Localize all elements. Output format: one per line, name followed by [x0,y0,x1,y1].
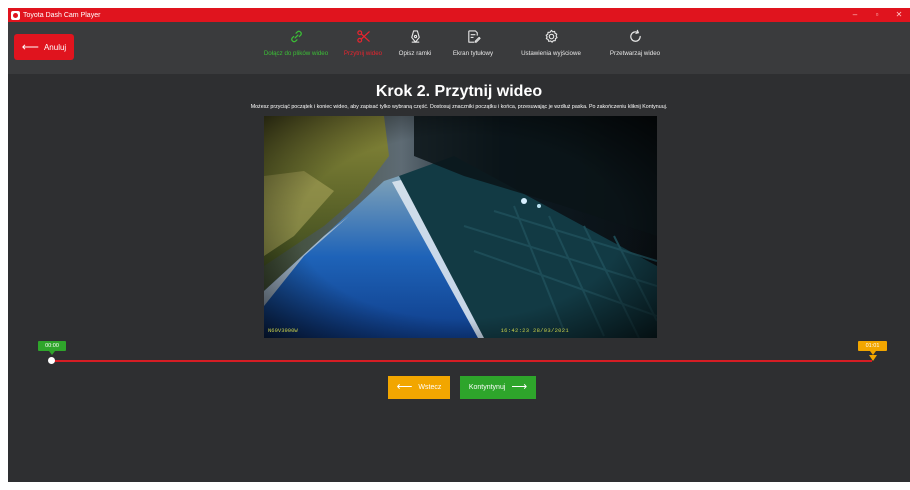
video-frame [264,116,657,338]
timeline-track[interactable] [50,360,872,362]
continue-button[interactable]: Kontyntynuj ⟶ [460,376,536,399]
step-trim-video[interactable]: Przytnij wideo [338,27,388,71]
step-label: Opisz ramki [398,50,432,57]
step-label: Dołącz do plików wideo [263,50,329,57]
trim-timeline[interactable]: 00:00 01:01 [8,338,910,368]
back-button[interactable]: ⟵ Wstecz [388,376,450,399]
step-output-settings[interactable]: Ustawienia wyjściowe [504,27,598,71]
app-window: Toyota Dash Cam Player – ▫ ✕ ⟵ Anuluj Do… [8,8,910,482]
cancel-button[interactable]: ⟵ Anuluj [14,34,74,60]
step-label: Ustawienia wyjściowe [521,50,581,57]
window-title: Toyota Dash Cam Player [23,11,101,19]
app-logo-icon [11,10,20,20]
continue-label: Kontyntynuj [468,384,506,391]
start-handle[interactable] [48,357,55,364]
step-describe-frames[interactable]: Opisz ramki [388,27,442,71]
window-controls: – ▫ ✕ [844,8,910,22]
navigation-buttons: ⟵ Wstecz Kontyntynuj ⟶ [388,376,536,399]
arrow-left-icon: ⟵ [396,381,413,393]
step-title-screen[interactable]: Ekran tytułowy [442,27,504,71]
close-button[interactable]: ✕ [888,8,910,22]
refresh-icon [629,29,641,42]
maximize-button[interactable]: ▫ [866,8,888,22]
minimize-button[interactable]: – [844,8,866,22]
step-label: Przytnij wideo [343,50,383,57]
start-time-tag[interactable]: 00:00 [38,341,66,355]
back-label: Wstecz [418,384,442,391]
wizard-steps: Dołącz do plików wideo Przytnij wideo Op… [254,27,672,71]
end-handle[interactable] [869,355,877,361]
edit-document-icon [467,30,481,43]
arrow-right-icon: ⟶ [511,381,528,393]
link-icon [290,30,302,43]
wizard-toolbar: ⟵ Anuluj Dołącz do plików wideo Przytnij… [8,22,910,74]
step-process-video[interactable]: Przetwarzaj wideo [598,27,672,71]
title-bar[interactable]: Toyota Dash Cam Player – ▫ ✕ [8,8,910,22]
pen-nib-icon [410,30,420,43]
end-time-tag[interactable]: 01:01 [858,341,887,355]
step-label: Przetwarzaj wideo [609,50,661,57]
video-preview[interactable]: N60V3900W 16:42:23 28/03/2021 [264,116,657,338]
gear-icon [545,29,558,43]
step-label: Ekran tytułowy [452,50,494,57]
scissors-icon [356,30,370,43]
video-overlay-timestamp: 16:42:23 28/03/2021 [500,327,569,334]
page-title: Krok 2. Przytnij wideo [375,83,543,100]
arrow-left-icon: ⟵ [21,40,39,54]
video-overlay-model: N60V3900W [268,327,298,334]
step-join-videos[interactable]: Dołącz do plików wideo [254,27,338,71]
cancel-label: Anuluj [43,42,67,52]
instructions-text: Możesz przyciąć początek i koniec wideo,… [250,104,668,110]
